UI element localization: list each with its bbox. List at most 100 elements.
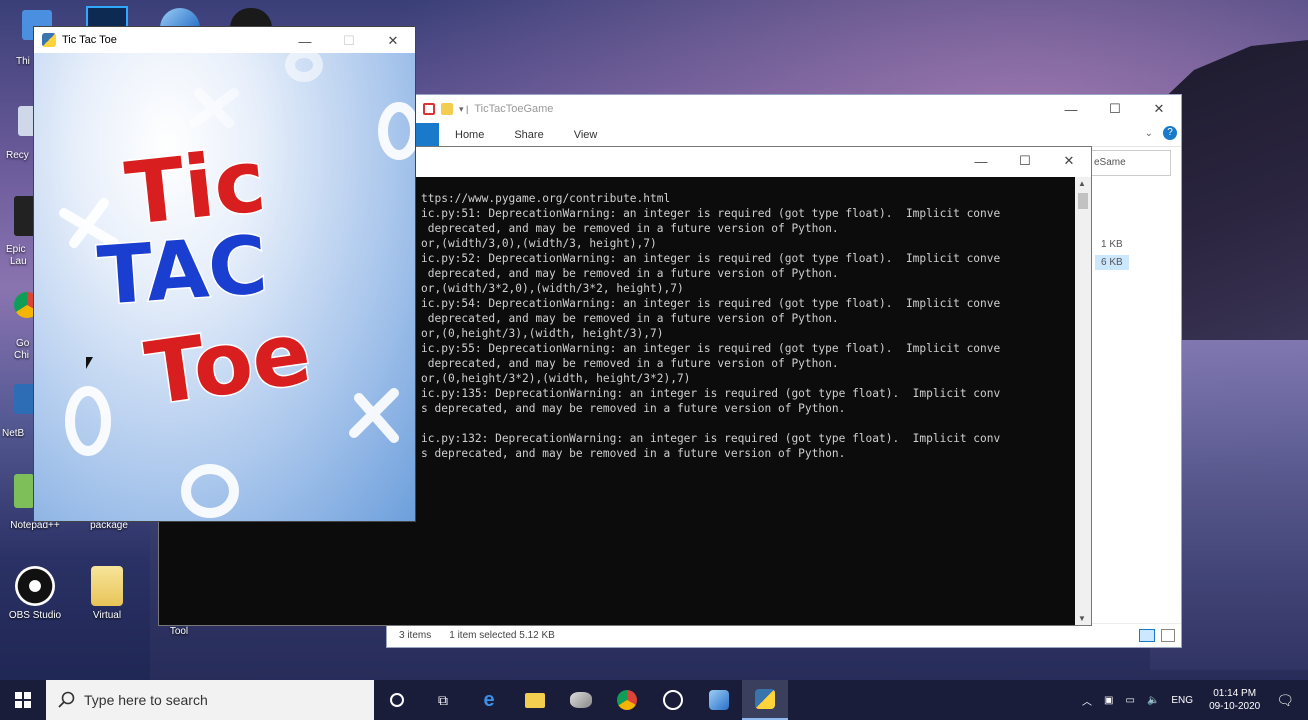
tic-tac-toe-window[interactable]: Tic Tac Toe — ☐ ✕ Tic TAC Toe: [33, 26, 416, 522]
search-icon: [58, 691, 75, 708]
console-line: ic.py:132: DeprecationWarning: an intege…: [421, 432, 1001, 445]
tab-share[interactable]: Share: [514, 129, 543, 141]
search-box[interactable]: eSame: [1087, 150, 1171, 176]
quick-access-dropdown-icon[interactable]: ▾ |: [459, 104, 468, 115]
close-button[interactable]: ✕: [371, 27, 415, 55]
console-line: deprecated, and may be removed in a futu…: [421, 312, 839, 325]
console-line: s deprecated, and may be removed in a fu…: [421, 447, 846, 460]
console-line: deprecated, and may be removed in a futu…: [421, 357, 839, 370]
clock-time: 01:14 PM: [1213, 688, 1257, 699]
x-mark-icon: [189, 88, 239, 128]
maximize-button[interactable]: ☐: [1093, 95, 1137, 123]
close-button[interactable]: ✕: [1137, 95, 1181, 123]
battery-icon[interactable]: ▭: [1125, 695, 1134, 706]
desktop-label-recycle-bin[interactable]: Recy: [6, 150, 29, 161]
x-mark-icon: [349, 388, 399, 443]
maximize-button[interactable]: ☐: [327, 27, 371, 55]
game-title: Tic Tac Toe: [62, 34, 117, 46]
explorer-title: TicTacToeGame: [474, 103, 554, 115]
notepad-plus-plus-icon[interactable]: [14, 474, 34, 508]
console-line: or,(width/3*2,0),(width/3*2, height),7): [421, 282, 684, 295]
item-count: 3 items: [399, 630, 432, 641]
desktop-icon-virtual[interactable]: Virtual: [74, 566, 140, 621]
desktop-icon-tool[interactable]: Tool: [144, 626, 214, 637]
console-line: deprecated, and may be removed in a futu…: [421, 267, 839, 280]
maximize-button[interactable]: ☐: [1003, 147, 1047, 175]
photoshop-icon[interactable]: [86, 6, 128, 28]
scroll-down-icon[interactable]: ▼: [1078, 614, 1086, 623]
console-line: ic.py:52: DeprecationWarning: an integer…: [421, 252, 1001, 265]
close-button[interactable]: ✕: [1047, 147, 1091, 175]
console-line: ic.py:55: DeprecationWarning: an integer…: [421, 342, 1001, 355]
obs-studio-icon: [15, 566, 55, 606]
large-icons-view-icon[interactable]: [1161, 629, 1175, 642]
file-size: 1 KB: [1101, 239, 1123, 250]
desktop-label-netbeans[interactable]: NetB: [2, 428, 24, 439]
pygame-icon: [755, 689, 775, 709]
system-tray: ︿ ▣ ▭ 🔈 ENG 01:14 PM 09-10-2020 🗨: [1076, 680, 1308, 720]
o-mark-icon: [378, 102, 415, 160]
task-view-icon: ⧉: [438, 691, 448, 708]
language-indicator[interactable]: ENG: [1171, 695, 1193, 706]
ribbon-expand-icon[interactable]: ⌄: [1145, 128, 1153, 139]
minimize-button[interactable]: —: [1049, 95, 1093, 123]
properties-icon[interactable]: [423, 103, 435, 115]
console-line: or,(0,height/3),(width, height/3),7): [421, 327, 664, 340]
new-folder-icon[interactable]: [441, 103, 453, 115]
console-line: ic.py:135: DeprecationWarning: an intege…: [421, 387, 1001, 400]
logo-tac: TAC: [93, 217, 271, 325]
taskbar-chrome[interactable]: [604, 680, 650, 720]
minimize-button[interactable]: —: [283, 27, 327, 55]
desktop-label-this-pc[interactable]: Thi: [16, 56, 30, 67]
taskbar-python[interactable]: [696, 680, 742, 720]
desktop-label-google[interactable]: Go: [16, 338, 29, 349]
minimize-button[interactable]: —: [959, 147, 1003, 175]
console-line: or,(0,height/3*2),(width, height/3*2),7): [421, 372, 691, 385]
desktop-app-icon[interactable]: [160, 8, 200, 28]
desktop-icon-label: Tool: [169, 626, 189, 637]
folder-icon: [91, 566, 123, 606]
help-icon[interactable]: ?: [1163, 126, 1177, 140]
search-placeholder: Type here to search: [84, 692, 208, 708]
file-explorer-icon: [525, 692, 545, 708]
tab-home[interactable]: Home: [455, 129, 484, 141]
unity-icon[interactable]: [230, 8, 272, 28]
taskbar-search[interactable]: Type here to search: [46, 680, 374, 720]
details-view-icon[interactable]: [1139, 629, 1155, 642]
console-line: or,(width/3,0),(width/3, height),7): [421, 237, 657, 250]
show-hidden-icons-icon[interactable]: ︿: [1082, 693, 1092, 708]
desktop-label-chrome[interactable]: Chi: [14, 350, 29, 361]
task-view-button[interactable]: ⧉: [420, 680, 466, 720]
desktop-label-epic[interactable]: Epic: [6, 244, 25, 255]
taskbar-pygame[interactable]: [742, 680, 788, 720]
volume-icon[interactable]: 🔈: [1147, 695, 1159, 706]
console-line: s deprecated, and may be removed in a fu…: [421, 402, 846, 415]
console-scrollbar[interactable]: ▲ ▼: [1075, 177, 1091, 625]
python-icon: [709, 690, 729, 710]
chrome-icon: [617, 690, 637, 710]
mouse-cursor: [86, 357, 93, 369]
unity-icon: [663, 690, 683, 710]
network-icon[interactable]: ▣: [1104, 695, 1113, 706]
scroll-up-icon[interactable]: ▲: [1078, 179, 1086, 188]
clock[interactable]: 01:14 PM 09-10-2020: [1209, 687, 1260, 713]
pygame-icon: [42, 33, 56, 47]
taskbar-app[interactable]: [558, 680, 604, 720]
game-canvas[interactable]: Tic TAC Toe: [34, 53, 415, 521]
tab-view[interactable]: View: [574, 129, 598, 141]
desktop-label-launcher[interactable]: Lau: [10, 256, 27, 267]
desktop-icon-label: OBS Studio: [8, 610, 62, 621]
cortana-button[interactable]: [374, 680, 420, 720]
clock-date: 09-10-2020: [1209, 701, 1261, 712]
taskbar-unity[interactable]: [650, 680, 696, 720]
taskbar-file-explorer[interactable]: [512, 680, 558, 720]
notifications-icon[interactable]: 🗨: [1276, 692, 1294, 709]
scrollbar-thumb[interactable]: [1078, 193, 1088, 209]
desktop-icon-obs-studio[interactable]: OBS Studio: [2, 566, 68, 621]
o-mark-icon: [65, 386, 111, 456]
taskbar-edge[interactable]: e: [466, 680, 512, 720]
app-icon: [570, 692, 592, 708]
o-mark-icon: [181, 464, 239, 518]
start-button[interactable]: [0, 680, 46, 720]
